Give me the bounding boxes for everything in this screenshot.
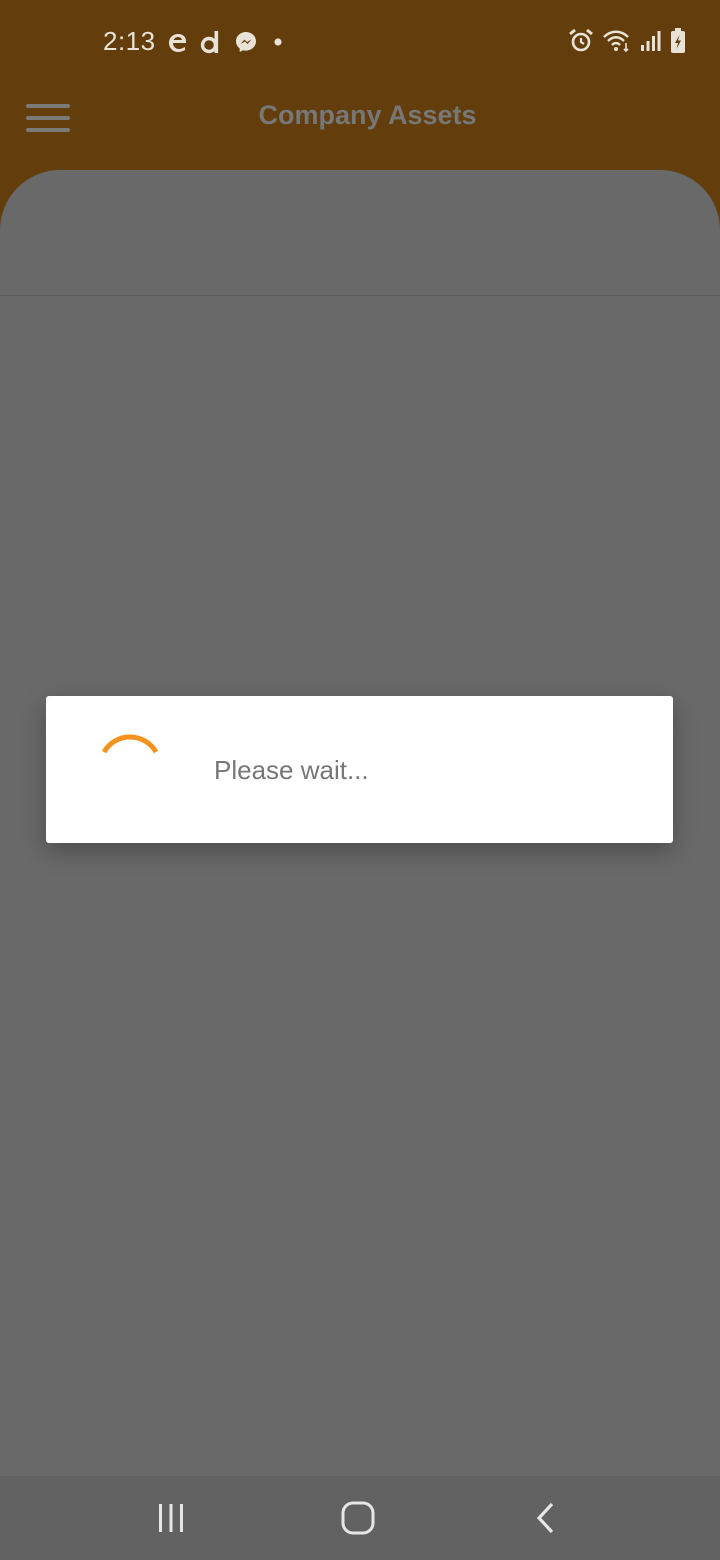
alarm-icon — [569, 28, 593, 52]
back-button[interactable] — [524, 1498, 568, 1538]
signal-icon — [641, 31, 661, 51]
content-divider — [0, 295, 720, 296]
wifi-icon — [603, 30, 629, 53]
notification-dot-icon — [274, 38, 282, 46]
loading-spinner-icon — [101, 734, 159, 754]
loading-message: Please wait... — [214, 755, 369, 785]
edge-icon — [169, 34, 186, 52]
page-title: Company Assets — [258, 100, 477, 130]
home-button[interactable] — [336, 1498, 380, 1538]
messenger-icon — [236, 32, 256, 52]
recent-apps-icon — [159, 1504, 183, 1532]
status-time: 2:13 — [103, 26, 156, 56]
status-bar: 2:13 — [0, 0, 720, 84]
recent-apps-button[interactable] — [149, 1498, 193, 1538]
back-icon — [536, 1502, 554, 1534]
navigation-bar — [0, 1476, 720, 1560]
d-app-icon — [200, 31, 219, 54]
battery-charging-icon — [671, 28, 685, 53]
home-icon — [341, 1501, 375, 1535]
status-system-icons — [568, 26, 686, 56]
status-notification-icons — [166, 24, 286, 60]
